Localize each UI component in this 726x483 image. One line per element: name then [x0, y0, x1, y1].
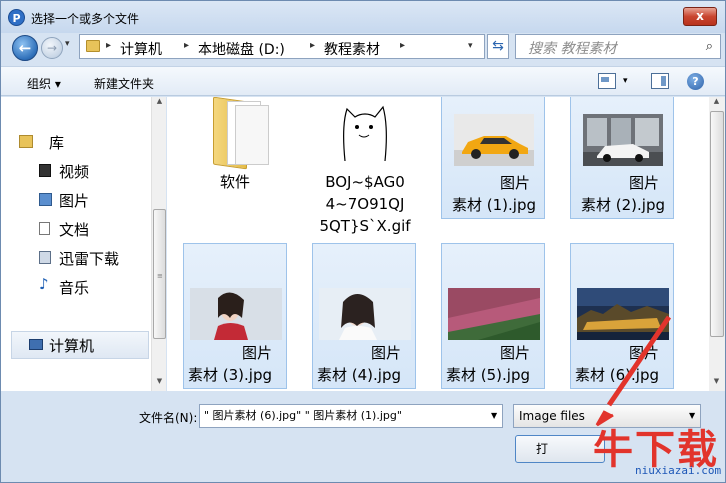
file-list-scrollbar[interactable]: ▲ ▼: [709, 97, 725, 391]
file-tile-image-2[interactable]: 图片 素材 (2).jpg: [570, 97, 674, 219]
file-name: 软件: [219, 173, 250, 191]
address-bar[interactable]: ▸ 计算机 ▸ 本地磁盘 (D:) ▸ 教程素材 ▸ ▾: [79, 34, 485, 59]
file-tile-image-4[interactable]: 图片 素材 (4).jpg: [312, 243, 416, 389]
nav-item-videos[interactable]: 视频: [59, 161, 89, 182]
file-tile-image-1[interactable]: 图片 素材 (1).jpg: [441, 97, 545, 219]
views-chevron-down-icon[interactable]: ▾: [623, 76, 628, 86]
nav-scroll-thumb[interactable]: ≡: [153, 209, 166, 339]
search-input[interactable]: 搜索 教程素材 ⌕: [515, 34, 721, 59]
filename-label: 文件名(N):: [139, 411, 198, 425]
breadcrumb-computer[interactable]: 计算机: [120, 39, 162, 59]
file-name-line2: 素材 (2).jpg: [581, 196, 665, 214]
refresh-button[interactable]: ⇆: [487, 34, 509, 59]
title-bar: P 选择一个或多个文件 x: [1, 1, 725, 33]
library-icon: [19, 135, 33, 148]
woman-red-dress-thumbnail: [190, 288, 282, 340]
open-button[interactable]: 打: [515, 435, 605, 463]
organize-menu-button[interactable]: 组织 ▾: [27, 75, 61, 92]
video-icon: [39, 164, 51, 177]
help-icon[interactable]: ?: [687, 73, 704, 90]
file-open-dialog: P 选择一个或多个文件 x ← → ▾ ▸ 计算机 ▸ 本地磁盘 (D:) ▸ …: [0, 0, 726, 483]
file-name-line2: 素材 (3).jpg: [188, 366, 272, 384]
search-icon[interactable]: ⌕: [706, 39, 713, 54]
file-name-line1: 图片: [499, 344, 530, 362]
file-name-line1: 图片: [628, 174, 659, 192]
pictures-icon: [39, 193, 52, 206]
file-name-line1: BOJ~$AG0: [325, 173, 405, 191]
file-tile-gif[interactable]: BOJ~$AG0 4~7O91QJ 5QT}S`X.gif: [313, 97, 417, 243]
file-name-line2: 素材 (5).jpg: [446, 366, 530, 384]
music-icon: ♪: [39, 275, 49, 293]
command-toolbar: 组织 ▾ 新建文件夹 ▾ ?: [1, 66, 725, 96]
file-name-line2: 素材 (1).jpg: [452, 196, 536, 214]
recent-pages-chevron-icon[interactable]: ▾: [65, 39, 70, 49]
download-icon: [39, 251, 51, 264]
app-p-icon: P: [8, 9, 25, 26]
nav-item-documents[interactable]: 文档: [59, 219, 89, 240]
scroll-down-icon[interactable]: ▼: [710, 377, 723, 391]
nav-item-thunder-download[interactable]: 迅雷下载: [59, 248, 119, 269]
file-list[interactable]: 软件 BOJ~$AG0 4~7O91QJ 5QT}S`X.gif 图片 素材 (…: [167, 97, 709, 391]
white-car-thumbnail: [583, 114, 663, 166]
scroll-up-icon[interactable]: ▲: [710, 97, 723, 111]
forward-button[interactable]: →: [41, 37, 63, 59]
filename-dropdown-icon[interactable]: ▼: [491, 411, 497, 420]
chevron-right-icon[interactable]: ▸: [184, 40, 189, 51]
nav-item-music[interactable]: 音乐: [59, 277, 89, 298]
scroll-up-icon[interactable]: ▲: [153, 97, 166, 111]
window-title: 选择一个或多个文件: [31, 12, 140, 26]
file-name-line2: 4~7O91QJ: [325, 195, 405, 213]
close-button[interactable]: x: [683, 7, 717, 26]
nav-item-library[interactable]: 库: [49, 132, 64, 153]
chevron-right-icon[interactable]: ▸: [106, 40, 111, 51]
change-view-icon[interactable]: [598, 73, 616, 89]
file-name-line1: 图片: [499, 174, 530, 192]
breadcrumb-tutorial-materials[interactable]: 教程素材: [324, 39, 380, 59]
back-button[interactable]: ←: [12, 35, 38, 61]
new-folder-button[interactable]: 新建文件夹: [94, 75, 154, 92]
file-name-line2: 素材 (4).jpg: [317, 366, 401, 384]
file-name-line3: 5QT}S`X.gif: [319, 217, 411, 235]
breadcrumb-drive-d[interactable]: 本地磁盘 (D:): [198, 39, 285, 59]
file-name-line1: 图片: [241, 344, 272, 362]
file-tile-image-6[interactable]: 图片 素材 (6).jpg: [570, 243, 674, 389]
file-tile-folder[interactable]: 软件: [183, 97, 287, 235]
yellow-car-thumbnail: [454, 114, 534, 166]
address-dropdown-icon[interactable]: ▾: [468, 41, 473, 51]
nav-pane-scrollbar[interactable]: ▲ ≡ ▼: [151, 97, 166, 391]
file-name-line2: 素材 (6).jpg: [575, 366, 659, 384]
cat-sketch-thumbnail: [343, 105, 387, 162]
folder-icon: [213, 97, 273, 170]
nav-item-pictures[interactable]: 图片: [59, 190, 89, 211]
file-scroll-thumb[interactable]: [710, 111, 724, 337]
chevron-right-icon[interactable]: ▸: [310, 40, 315, 51]
nav-item-computer[interactable]: 计算机: [49, 335, 94, 356]
watermark-url: niuxiazai.com: [635, 464, 722, 477]
file-name-line1: 图片: [628, 344, 659, 362]
folder-icon: [86, 40, 100, 52]
woman-white-thumbnail: [319, 288, 411, 340]
file-tile-image-5[interactable]: 图片 素材 (5).jpg: [441, 243, 545, 389]
search-placeholder: 搜索 教程素材: [528, 41, 617, 57]
scroll-down-icon[interactable]: ▼: [153, 377, 166, 391]
navigation-pane: 库 视频 图片 文档 迅雷下载 ♪ 音乐 计算机: [1, 97, 151, 391]
chevron-right-icon[interactable]: ▸: [400, 40, 405, 51]
computer-icon: [29, 339, 43, 350]
filename-input[interactable]: " 图片素材 (6).jpg" " 图片素材 (1).jpg": [199, 404, 503, 428]
preview-pane-icon[interactable]: [651, 73, 669, 89]
file-name-line1: 图片: [370, 344, 401, 362]
city-night-thumbnail: [577, 288, 669, 340]
documents-icon: [39, 222, 50, 235]
file-tile-image-3[interactable]: 图片 素材 (3).jpg: [183, 243, 287, 389]
flower-field-thumbnail: [448, 288, 540, 340]
